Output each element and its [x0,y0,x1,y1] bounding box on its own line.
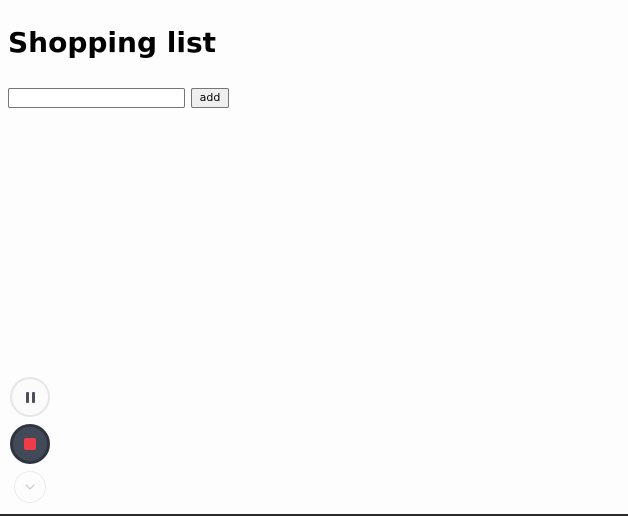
stop-recording-button[interactable] [10,424,50,464]
collapse-button[interactable] [14,471,46,503]
pause-icon [25,391,35,403]
recorder-controls [10,377,50,503]
pause-button[interactable] [10,377,50,417]
stop-record-icon [24,438,36,450]
page: Shopping list add [0,0,628,516]
add-item-form: add [8,88,229,108]
chevron-down-icon [25,484,35,490]
page-title: Shopping list [8,26,216,59]
add-button[interactable]: add [191,88,229,108]
item-input[interactable] [8,88,185,108]
